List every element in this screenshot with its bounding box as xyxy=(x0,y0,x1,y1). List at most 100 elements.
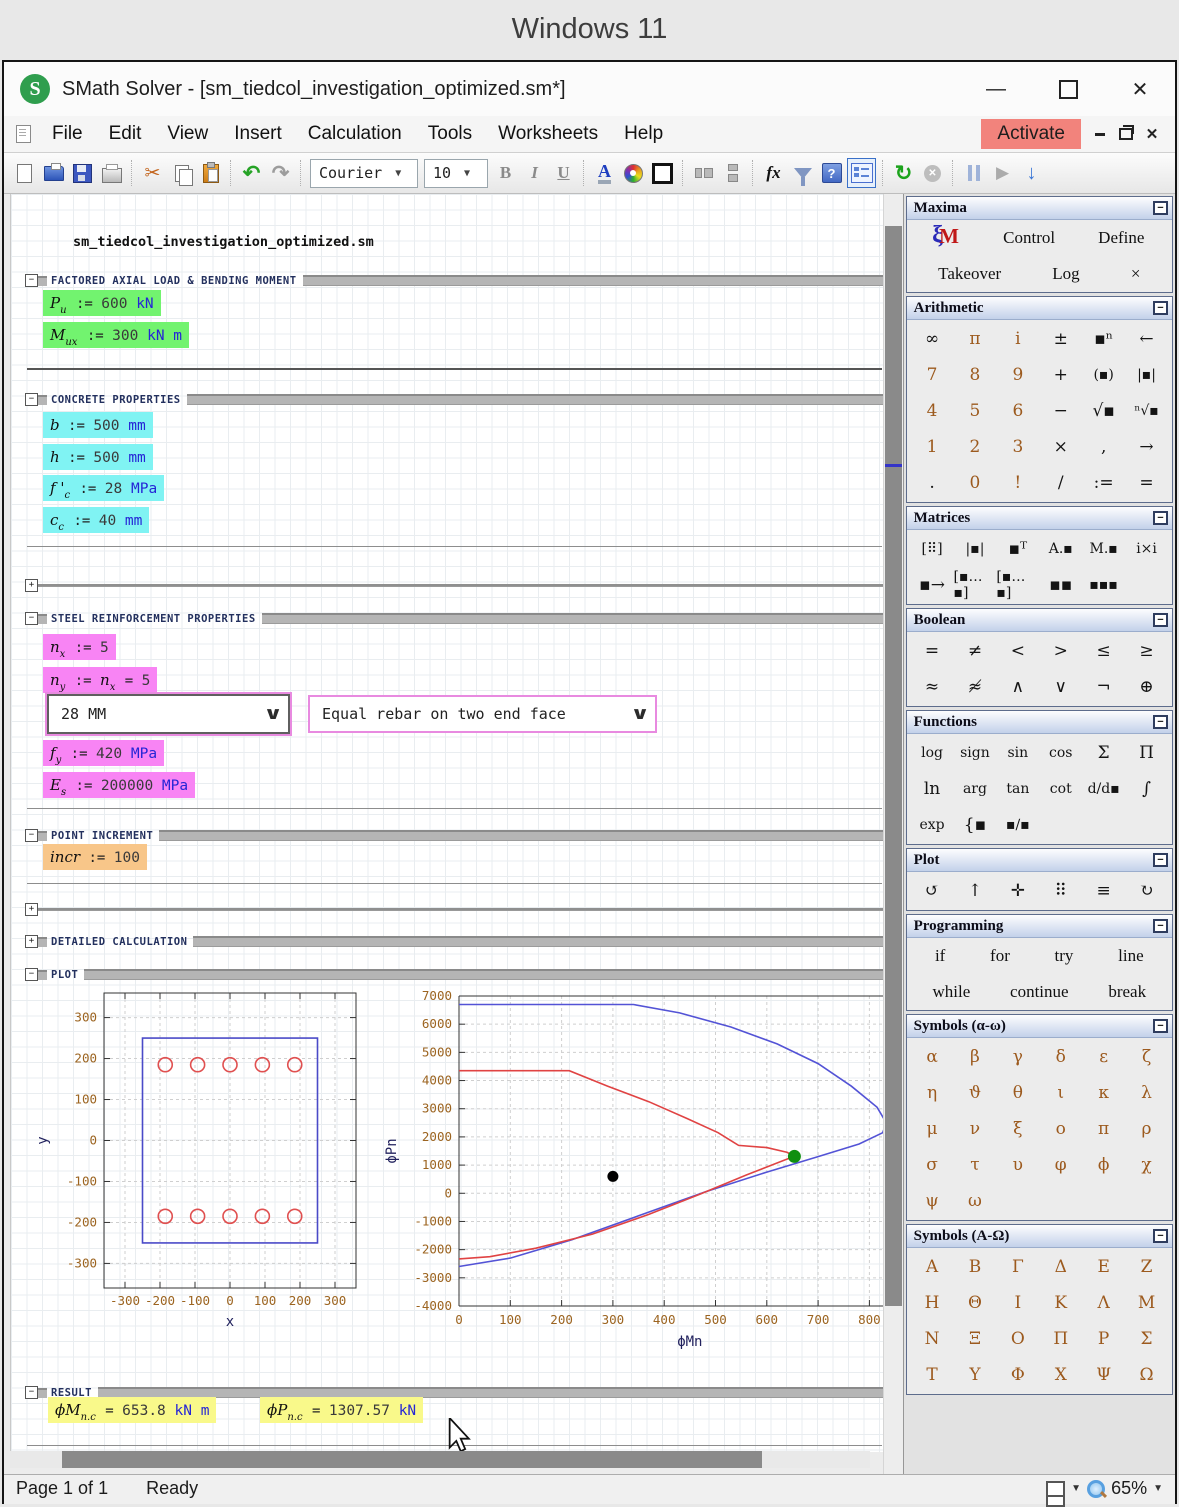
divide-button[interactable]: / xyxy=(1039,465,1082,501)
kappa-button[interactable]: κ xyxy=(1082,1075,1125,1111)
bold-button[interactable]: B xyxy=(492,159,519,187)
Mu-button[interactable]: Μ xyxy=(1125,1285,1168,1321)
Phi-upper-button[interactable]: Φ xyxy=(996,1357,1039,1393)
keyword-for-button[interactable]: for xyxy=(988,940,1012,972)
lambda-button[interactable]: λ xyxy=(1125,1075,1168,1111)
math-region[interactable]: ny := nx = 5 xyxy=(43,667,157,693)
help-book-button[interactable]: ? xyxy=(818,159,845,187)
phi-button[interactable]: ϕ xyxy=(1082,1147,1125,1183)
ln-button[interactable]: ln xyxy=(911,771,954,807)
panel-collapse-button[interactable]: − xyxy=(1153,715,1168,729)
vertical-scrollbar-thumb[interactable] xyxy=(885,226,902,1306)
Delta-button[interactable]: Δ xyxy=(1039,1249,1082,1285)
panel-collapse-button[interactable]: − xyxy=(1153,1229,1168,1243)
Nu-button[interactable]: Ν xyxy=(911,1321,954,1357)
section-header[interactable]: −CONCRETE PROPERTIES xyxy=(25,393,884,406)
digit-2-button[interactable]: 2 xyxy=(954,429,997,465)
Gamma-button[interactable]: Γ xyxy=(996,1249,1039,1285)
keyword-while-button[interactable]: while xyxy=(930,976,972,1008)
undo-button[interactable]: ↶ xyxy=(238,159,265,187)
system-cases-button[interactable]: {▪ xyxy=(954,807,997,843)
cut-button[interactable]: ✂ xyxy=(139,159,166,187)
pi-button[interactable]: π xyxy=(954,321,997,357)
menu-item-insert[interactable]: Insert xyxy=(221,119,295,148)
save-button[interactable] xyxy=(69,159,96,187)
digit-3-button[interactable]: 3 xyxy=(996,429,1039,465)
digit-9-button[interactable]: 9 xyxy=(996,357,1039,393)
transpose-button[interactable]: ▪ᵀ xyxy=(996,531,1039,567)
digit-0-button[interactable]: 0 xyxy=(954,465,997,501)
math-region[interactable]: b := 500 mm xyxy=(43,412,153,438)
function-button[interactable]: fx xyxy=(760,159,787,187)
keyword-try-button[interactable]: try xyxy=(1053,940,1076,972)
panel-collapse-button[interactable]: − xyxy=(1153,511,1168,525)
paste-button[interactable] xyxy=(197,159,224,187)
eta-button[interactable]: η xyxy=(911,1075,954,1111)
zoom-icon[interactable] xyxy=(1087,1480,1105,1498)
approx-equal-button[interactable]: ≈ xyxy=(911,669,954,705)
sign-button[interactable]: sign xyxy=(954,735,997,771)
minor-button[interactable]: M.▪ xyxy=(1082,531,1125,567)
math-region[interactable]: incr := 100 xyxy=(43,844,147,870)
worksheet[interactable]: sm_tiedcol_investigation_optimized.sm−FA… xyxy=(10,194,889,1452)
math-region[interactable]: h := 500 mm xyxy=(43,444,153,470)
epsilon-button[interactable]: ε xyxy=(1082,1039,1125,1075)
menu-item-file[interactable]: File xyxy=(39,119,96,148)
comma-button[interactable]: , xyxy=(1082,429,1125,465)
mdi-close-button[interactable]: ✕ xyxy=(1139,123,1165,145)
menu-item-edit[interactable]: Edit xyxy=(96,119,155,148)
panel-header[interactable]: Plot− xyxy=(907,849,1172,872)
and-button[interactable]: ∧ xyxy=(996,669,1039,705)
alpha-button[interactable]: α xyxy=(911,1039,954,1075)
math-region[interactable]: f 'c := 28 MPa xyxy=(43,475,164,501)
section-collapse-button[interactable]: − xyxy=(25,968,38,981)
Alpha-button[interactable]: Α xyxy=(911,1249,954,1285)
font-select[interactable]: Courier▼ xyxy=(310,159,418,188)
maxima-define-button[interactable]: Define xyxy=(1096,222,1146,254)
or-button[interactable]: ∨ xyxy=(1039,669,1082,705)
step-button[interactable]: ↓ xyxy=(1018,159,1045,187)
side-panel-button[interactable] xyxy=(847,158,876,188)
Iota-button[interactable]: Ι xyxy=(996,1285,1039,1321)
Tau-button[interactable]: Τ xyxy=(911,1357,954,1393)
lines-button[interactable]: ≡ xyxy=(1082,873,1125,909)
omega-button[interactable]: ω xyxy=(954,1183,997,1219)
panel-header[interactable]: Symbols (α-ω)− xyxy=(907,1015,1172,1038)
horizontal-scrollbar[interactable] xyxy=(10,1451,870,1468)
section-collapse-button[interactable]: − xyxy=(25,1386,38,1399)
page-layout-icon[interactable] xyxy=(1046,1481,1065,1497)
keyword-continue-button[interactable]: continue xyxy=(1008,976,1071,1008)
open-button[interactable] xyxy=(40,159,67,187)
nth-root-button[interactable]: ⁿ√▪ xyxy=(1125,393,1168,429)
pi-lower-button[interactable]: π xyxy=(1082,1111,1125,1147)
Zeta-button[interactable]: Ζ xyxy=(1125,1249,1168,1285)
infinity-button[interactable]: ∞ xyxy=(911,321,954,357)
panel-header[interactable]: Programming− xyxy=(907,915,1172,938)
Eta-button[interactable]: Η xyxy=(911,1285,954,1321)
log-button[interactable]: log xyxy=(911,735,954,771)
math-region[interactable]: ϕPn.c = 1307.57 kN xyxy=(260,1397,423,1423)
Sigma-button[interactable]: Σ xyxy=(1125,1321,1168,1357)
greater-equal-button[interactable]: ≥ xyxy=(1125,633,1168,669)
subscript-row-col-button[interactable]: ▪▪▪ xyxy=(1082,567,1125,603)
vertical-scrollbar[interactable] xyxy=(883,194,903,1474)
Chi-upper-button[interactable]: Χ xyxy=(1039,1357,1082,1393)
math-region[interactable]: Pu := 600 kN xyxy=(43,290,161,316)
section-header[interactable]: −FACTORED AXIAL LOAD & BENDING MOMENT xyxy=(25,274,884,287)
new-button[interactable] xyxy=(11,159,38,187)
multiply-button[interactable]: × xyxy=(1039,429,1082,465)
redo-button[interactable]: ↷ xyxy=(267,159,294,187)
panel-collapse-button[interactable]: − xyxy=(1153,301,1168,315)
Rho-button[interactable]: Ρ xyxy=(1082,1321,1125,1357)
maxima-close-button[interactable]: × xyxy=(1129,258,1143,290)
play-button[interactable]: ▶ xyxy=(989,159,1016,187)
region-expand-button[interactable]: + xyxy=(25,903,38,916)
panel-collapse-button[interactable]: − xyxy=(1153,613,1168,627)
not-equal-button[interactable]: ≠ xyxy=(954,633,997,669)
font-size-select[interactable]: 10▼ xyxy=(424,159,488,188)
determinant-button[interactable]: |▪| xyxy=(954,531,997,567)
panel-header[interactable]: Boolean− xyxy=(907,609,1172,632)
Omega-upper-button[interactable]: Ω xyxy=(1125,1357,1168,1393)
Beta-button[interactable]: Β xyxy=(954,1249,997,1285)
summation-button[interactable]: Σ xyxy=(1082,735,1125,771)
